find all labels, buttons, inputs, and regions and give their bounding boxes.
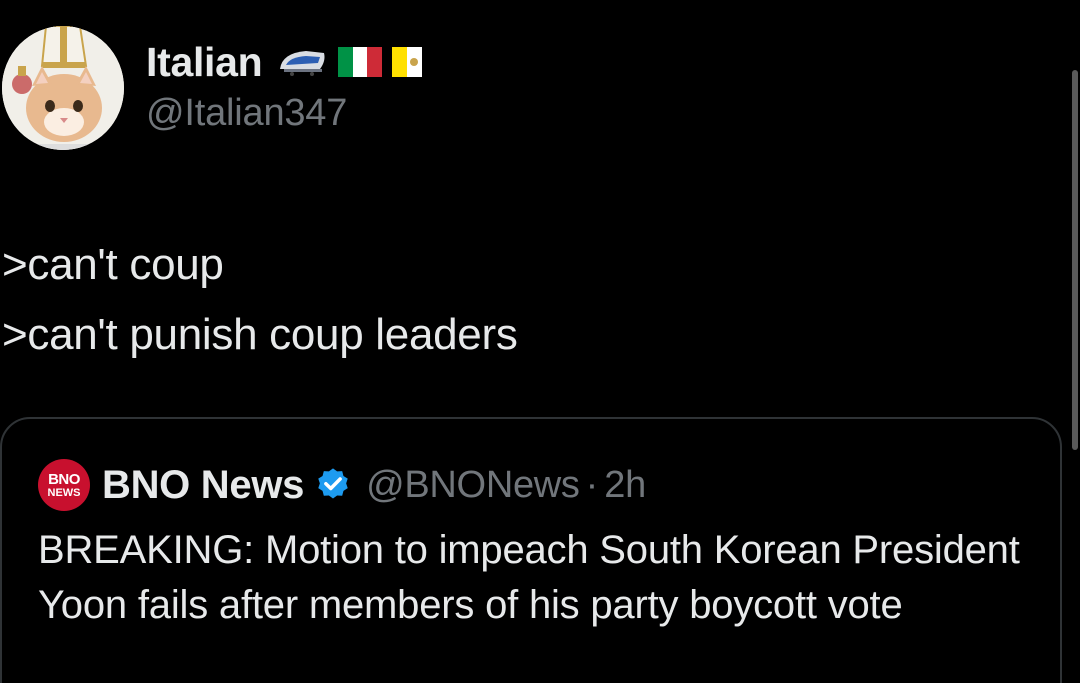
quoted-tweet-header: BNO NEWS BNO News @BNONews · 2h [38,457,646,513]
cat-pope-avatar-icon [2,26,124,150]
bno-logo-top-text: BNO [48,470,80,488]
name-row: Italian [146,38,423,86]
tweet-screen: Italian @Italian347 >can't coup >can't p… [0,0,1080,683]
quoted-author-handle[interactable]: @BNONews [366,464,580,507]
name-emojis [276,47,423,77]
train-icon [280,51,325,76]
scrollbar[interactable] [1072,70,1078,450]
author-display-name[interactable]: Italian [146,39,263,86]
italy-flag-icon [338,47,383,77]
bno-logo-bottom-text: NEWS [47,486,81,499]
quoted-tweet-text: BREAKING: Motion to impeach South Korean… [38,528,1020,627]
verified-badge-icon [318,468,348,499]
vatican-flag-icon [392,47,423,77]
tweet-line: >can't punish coup leaders [2,310,518,359]
quoted-tweet-card[interactable]: BNO NEWS BNO News @BNONews · 2h BREAKING… [0,417,1062,683]
avatar[interactable] [2,26,124,150]
author-handle[interactable]: @Italian347 [146,92,422,135]
tweet-line: >can't coup [2,240,224,289]
quoted-tweet-timestamp[interactable]: 2h [604,464,646,507]
tweet-text: >can't coup >can't punish coup leaders [2,230,518,370]
tweet-header: Italian @Italian347 [146,38,423,135]
separator-dot: · [585,463,599,506]
quoted-author-display-name[interactable]: BNO News [102,463,304,508]
bno-news-avatar[interactable]: BNO NEWS [38,459,90,511]
